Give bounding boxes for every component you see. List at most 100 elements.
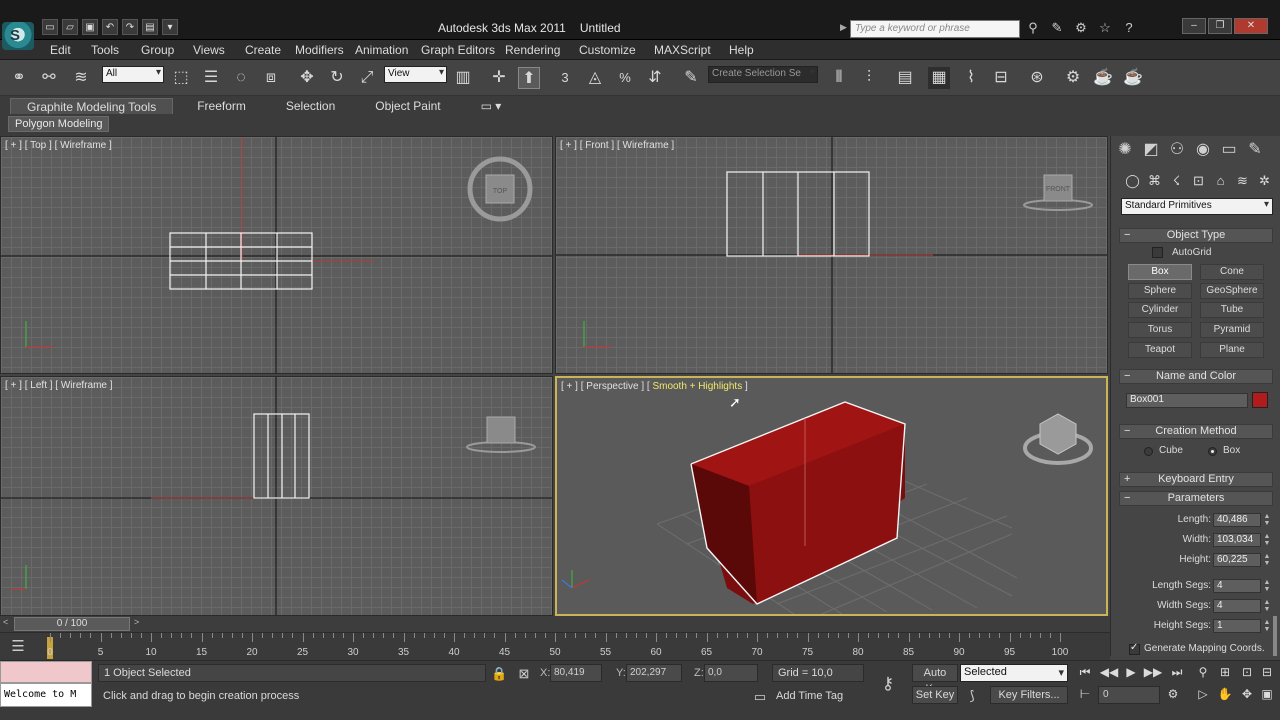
menu-maxscript[interactable]: MAXScript — [654, 43, 711, 57]
subscription-center-icon[interactable]: ✎ — [1049, 20, 1065, 36]
geometry-icon[interactable]: ◯ — [1123, 172, 1142, 190]
restore-button[interactable]: ❐ — [1208, 18, 1232, 34]
perspective-shading-label[interactable]: Smooth + Highlights — [652, 381, 742, 392]
height-spinner[interactable]: ▲ ▼ — [1263, 553, 1271, 567]
tab-graphite-modeling-tools[interactable]: Graphite Modeling Tools — [10, 98, 174, 114]
length-spinner[interactable]: ▲ ▼ — [1263, 513, 1271, 527]
time-configuration-icon[interactable]: ⚙ — [1162, 685, 1184, 703]
creation-method-rollout[interactable]: − Creation Method — [1119, 424, 1273, 439]
reference-coordinate-dropdown[interactable]: View — [384, 66, 447, 83]
menu-edit[interactable]: Edit — [50, 43, 71, 57]
help-icon[interactable]: ? — [1121, 20, 1137, 36]
parameters-rollout[interactable]: − Parameters — [1119, 491, 1273, 506]
time-slider-prev-icon[interactable]: < — [3, 617, 8, 627]
select-and-move-icon[interactable]: ✥ — [296, 67, 318, 89]
systems-icon[interactable]: ✲ — [1255, 172, 1274, 190]
viewport-top-label[interactable]: [ + ] [ Top ] [ Wireframe ] — [5, 140, 112, 151]
field-of-view-icon[interactable]: ▷ — [1192, 685, 1214, 703]
application-menu-button[interactable]: S — [2, 22, 34, 50]
mirror-icon[interactable]: ⫴ — [828, 67, 850, 89]
height-segs-input[interactable]: 1 — [1213, 619, 1261, 633]
next-frame-icon[interactable]: ▶▶ — [1142, 663, 1164, 681]
viewport-perspective-label[interactable]: [ + ] [ Perspective ] [ Smooth + Highlig… — [561, 381, 748, 392]
menu-modifiers[interactable]: Modifiers — [295, 43, 344, 57]
viewport-front-label[interactable]: [ + ] [ Front ] [ Wireframe ] — [560, 140, 674, 151]
open-file-icon[interactable]: ▱ — [62, 19, 78, 35]
rendered-frame-window-icon[interactable]: ☕ — [1092, 67, 1114, 89]
object-color-swatch[interactable] — [1252, 392, 1268, 408]
torus-button[interactable]: Torus — [1128, 322, 1192, 338]
cube-radio[interactable] — [1144, 447, 1153, 456]
object-type-rollout[interactable]: − Object Type — [1119, 228, 1273, 243]
align-icon[interactable]: ⫶ — [858, 67, 880, 89]
zoom-extents-all-icon[interactable]: ⊟ — [1256, 663, 1278, 681]
select-manipulate-icon[interactable]: ✛ — [488, 67, 510, 89]
time-slider-thumb[interactable]: 0 / 100 — [14, 617, 130, 631]
create-panel-icon[interactable]: ✺ — [1115, 140, 1135, 160]
zoom-icon[interactable]: ⚲ — [1192, 663, 1214, 681]
selection-lock-icon[interactable]: 🔒 — [491, 666, 507, 682]
cone-button[interactable]: Cone — [1200, 264, 1264, 280]
maxscript-mini-listener-input[interactable]: Welcome to M — [0, 683, 92, 707]
menu-animation[interactable]: Animation — [355, 43, 408, 57]
current-frame-input[interactable]: 0 — [1098, 686, 1160, 704]
autogrid-checkbox[interactable] — [1152, 247, 1163, 258]
selection-region-icon[interactable]: ◌ — [230, 67, 252, 89]
menu-graph-editors[interactable]: Graph Editors — [421, 43, 495, 57]
save-icon[interactable]: ▣ — [82, 19, 98, 35]
maximize-viewport-icon[interactable]: ▣ — [1256, 685, 1278, 703]
hierarchy-panel-icon[interactable]: ⚇ — [1167, 140, 1187, 160]
select-object-icon[interactable]: ⬚ — [170, 67, 192, 89]
menu-rendering[interactable]: Rendering — [505, 43, 560, 57]
percent-snap-icon[interactable]: % — [614, 67, 636, 89]
material-editor-icon[interactable]: ⊛ — [1026, 67, 1048, 89]
bind-to-space-warp-icon[interactable]: ≋ — [70, 67, 92, 89]
cameras-icon[interactable]: ⊡ — [1189, 172, 1208, 190]
spinner-snap-icon[interactable]: ⇵ — [644, 67, 666, 89]
utilities-panel-icon[interactable]: ✎ — [1245, 140, 1265, 160]
menu-group[interactable]: Group — [141, 43, 174, 57]
select-and-rotate-icon[interactable]: ↻ — [326, 67, 348, 89]
menu-tools[interactable]: Tools — [91, 43, 119, 57]
binoculars-icon[interactable]: ⚲ — [1025, 20, 1041, 36]
y-coord-input[interactable]: 202,297 — [626, 664, 682, 682]
height-input[interactable]: 60,225 — [1213, 553, 1261, 567]
curve-editor-icon[interactable]: ⌇ — [960, 67, 982, 89]
box-radio[interactable] — [1208, 447, 1217, 456]
width-spinner[interactable]: ▲ ▼ — [1263, 533, 1271, 547]
plane-button[interactable]: Plane — [1200, 342, 1264, 358]
previous-frame-icon[interactable]: ◀◀ — [1098, 663, 1120, 681]
geosphere-button[interactable]: GeoSphere — [1200, 283, 1264, 299]
select-by-name-icon[interactable]: ☰ — [200, 67, 222, 89]
pyramid-button[interactable]: Pyramid — [1200, 322, 1264, 338]
render-setup-icon[interactable]: ⚙ — [1062, 67, 1084, 89]
viewport-left[interactable]: [ + ] [ Left ] [ Wireframe ] — [0, 376, 553, 616]
play-icon[interactable]: ▶ — [1120, 663, 1142, 681]
key-mode-dropdown[interactable]: Selected — [960, 664, 1068, 682]
tube-button[interactable]: Tube — [1200, 302, 1264, 318]
helpers-icon[interactable]: ⌂ — [1211, 172, 1230, 190]
ribbon-options-icon[interactable]: ▭ ▾ — [465, 98, 518, 114]
motion-panel-icon[interactable]: ◉ — [1193, 140, 1213, 160]
schematic-view-icon[interactable]: ⊟ — [990, 67, 1012, 89]
graphite-toggle-icon[interactable]: ▦ — [928, 67, 950, 89]
teapot-button[interactable]: Teapot — [1128, 342, 1192, 358]
go-to-end-icon[interactable]: ⏭ — [1166, 663, 1188, 681]
window-crossing-icon[interactable]: ⧈ — [260, 67, 282, 89]
quick-access-dropdown-icon[interactable]: ▾ — [162, 19, 178, 35]
menu-create[interactable]: Create — [245, 43, 281, 57]
redo-icon[interactable]: ↷ — [122, 19, 138, 35]
generate-mapping-checkbox[interactable] — [1129, 642, 1140, 655]
ribbon-panel-polygon-modeling[interactable]: Polygon Modeling — [8, 116, 110, 132]
zoom-all-icon[interactable]: ⊞ — [1214, 663, 1236, 681]
add-time-tag-button[interactable]: Add Time Tag — [772, 688, 864, 706]
snaps-toggle-icon[interactable]: 3 — [554, 67, 576, 89]
menu-views[interactable]: Views — [193, 43, 225, 57]
edit-named-selection-icon[interactable]: ✎ — [680, 67, 702, 89]
name-and-color-rollout[interactable]: − Name and Color — [1119, 369, 1273, 384]
absolute-mode-transform-icon[interactable]: ⊠ — [516, 666, 532, 682]
display-panel-icon[interactable]: ▭ — [1219, 140, 1239, 160]
height-segs-spinner[interactable]: ▲ ▼ — [1263, 619, 1271, 633]
infocenter-search-input[interactable]: Type a keyword or phrase — [850, 20, 1020, 38]
favorites-star-icon[interactable]: ☆ — [1097, 20, 1113, 36]
